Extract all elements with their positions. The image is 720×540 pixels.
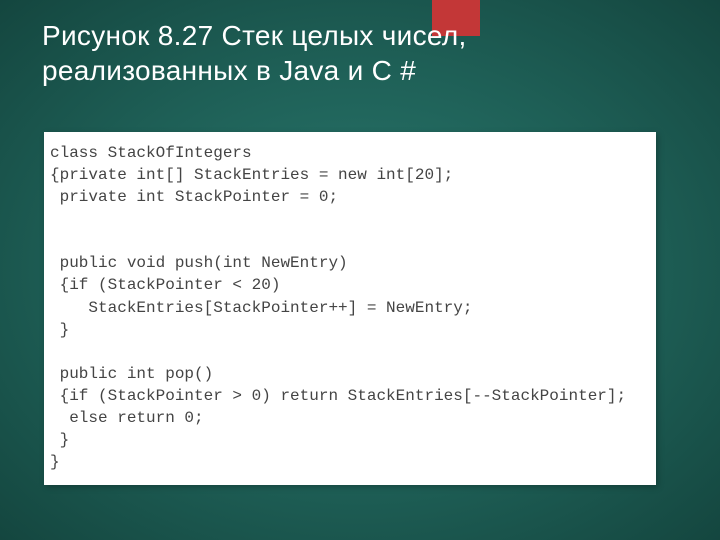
code-panel: class StackOfIntegers {private int[] Sta… (44, 132, 656, 485)
slide-title: Рисунок 8.27 Стек целых чисел, реализова… (42, 18, 660, 88)
code-block: class StackOfIntegers {private int[] Sta… (50, 142, 650, 473)
slide: Рисунок 8.27 Стек целых чисел, реализова… (0, 0, 720, 540)
